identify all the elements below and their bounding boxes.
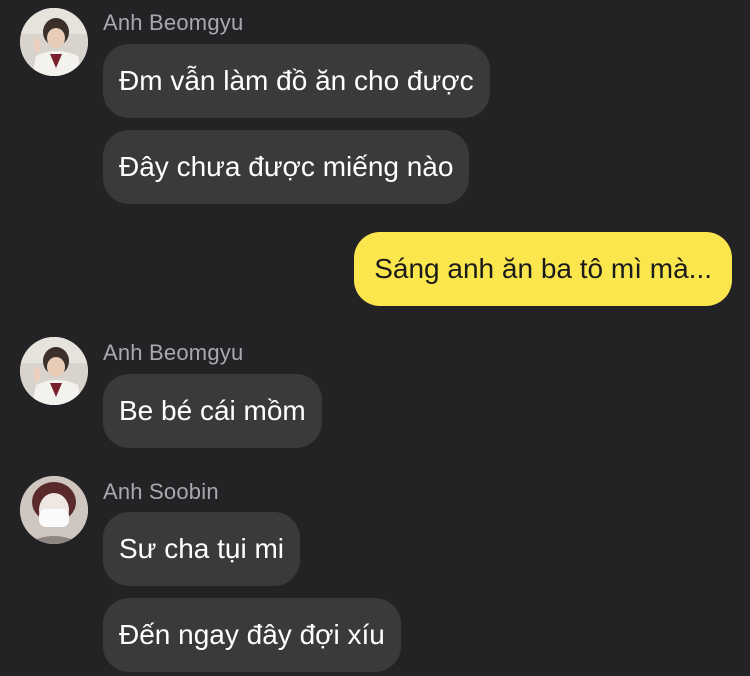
user-avatar-photo-icon xyxy=(20,337,88,405)
sender-name: Anh Beomgyu xyxy=(103,340,244,365)
avatar-soobin[interactable] xyxy=(20,476,88,544)
message-bubble[interactable]: Sư cha tụi mi xyxy=(103,512,301,586)
message-bubble[interactable]: Đm vẫn làm đồ ăn cho được xyxy=(103,44,490,118)
avatar-beomgyu[interactable] xyxy=(20,337,88,405)
user-avatar-masked-photo-icon xyxy=(20,476,88,544)
message-bubble[interactable]: Be bé cái mồm xyxy=(103,374,322,448)
sender-name: Anh Soobin xyxy=(103,479,219,504)
chat-thread: Anh Beomgyu Đm vẫn làm đồ ăn cho được Đâ… xyxy=(0,0,750,676)
message-bubble[interactable]: Đây chưa được miếng nào xyxy=(103,130,470,204)
message-bubble-outgoing[interactable]: Sáng anh ăn ba tô mì mà... xyxy=(354,232,732,306)
message-bubble[interactable]: Đến ngay đây đợi xíu xyxy=(103,598,401,672)
user-avatar-photo-icon xyxy=(20,8,88,76)
avatar-beomgyu[interactable] xyxy=(20,8,88,76)
sender-name: Anh Beomgyu xyxy=(103,10,244,35)
